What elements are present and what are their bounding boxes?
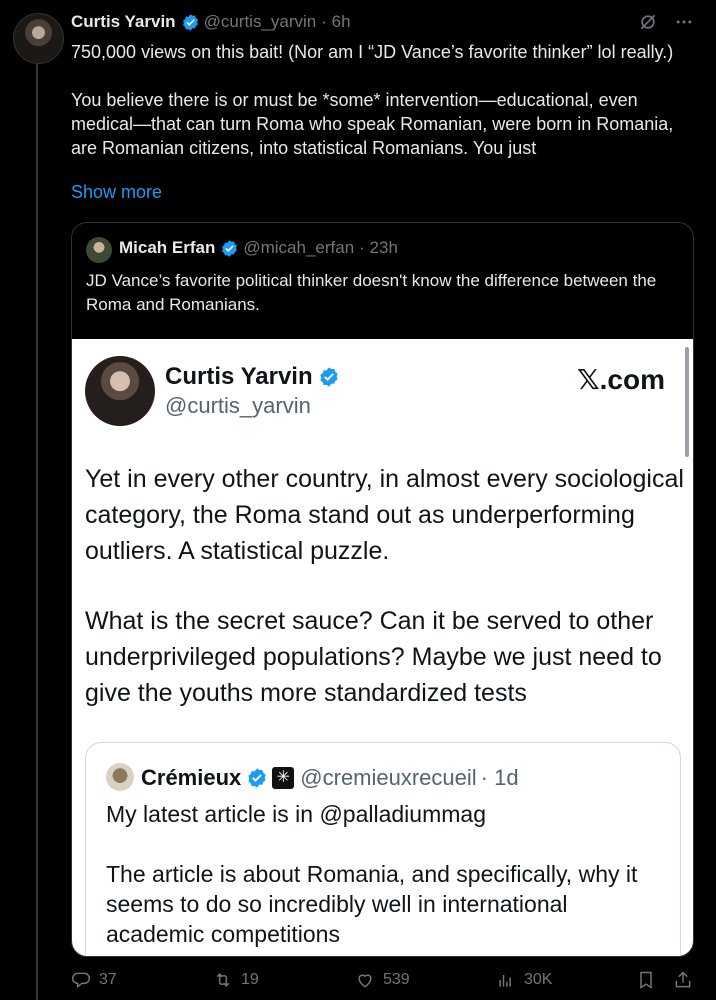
- card-paragraph: Yet in every other country, in almost ev…: [85, 465, 684, 565]
- verified-icon: [222, 239, 238, 257]
- nested-header: Crémieux ✳ @cremieuxrecueil · 1d: [141, 765, 519, 791]
- nested-paragraph: My latest article is in @palladiummag: [106, 801, 486, 827]
- affiliate-badge-icon: ✳: [272, 767, 295, 789]
- nested-author-name: Crémieux: [141, 765, 242, 790]
- bookmark-icon: [640, 971, 652, 989]
- repost-button[interactable]: 19: [213, 970, 259, 990]
- quote-author-name[interactable]: Micah Erfan: [119, 238, 215, 258]
- verified-icon: [182, 13, 198, 31]
- thread-line: [36, 64, 38, 1000]
- tweet-top-actions: [638, 12, 694, 38]
- nested-author-avatar: [106, 763, 134, 791]
- author-avatar[interactable]: [13, 13, 64, 64]
- like-icon: [358, 974, 372, 988]
- repost-count: 19: [241, 971, 259, 988]
- views-button[interactable]: 30K: [496, 970, 552, 990]
- reply-icon: [71, 972, 91, 989]
- author-handle[interactable]: @curtis_yarvin: [204, 12, 317, 32]
- quote-author-avatar[interactable]: [86, 237, 112, 263]
- reply-button[interactable]: 37: [71, 970, 117, 990]
- nested-paragraph: The article is about Romania, and specif…: [106, 861, 638, 947]
- card-author-avatar: [85, 356, 155, 426]
- more-icon[interactable]: [674, 12, 694, 38]
- quote-text: JD Vance’s favorite political thinker do…: [86, 271, 657, 314]
- show-more-link[interactable]: Show more: [71, 182, 162, 203]
- verified-icon: [320, 367, 338, 387]
- reply-count: 37: [99, 971, 117, 988]
- views-count: 30K: [524, 971, 553, 988]
- bookmark-button[interactable]: [636, 970, 656, 990]
- views-icon: [499, 975, 511, 987]
- nested-quote: Crémieux ✳ @cremieuxrecueil · 1d My late…: [85, 742, 681, 956]
- quoted-tweet[interactable]: Micah Erfan @micah_erfan · 23h JD Vance’…: [71, 222, 694, 957]
- like-button[interactable]: 539: [355, 970, 410, 990]
- tweet-body: 750,000 views on this bait! (Nor am I “J…: [71, 40, 691, 160]
- author-name[interactable]: Curtis Yarvin: [71, 12, 176, 32]
- quote-time[interactable]: · 23h: [359, 238, 398, 258]
- card-author-name: Curtis Yarvin: [165, 363, 313, 390]
- tweet-actions: 37 19 539 30K: [71, 970, 696, 994]
- card-author-handle: @curtis_yarvin: [165, 393, 311, 418]
- nested-text: My latest article is in @palladiummag Th…: [106, 799, 666, 949]
- tweet-paragraph: You believe there is or must be *some* i…: [71, 90, 674, 158]
- grok-icon[interactable]: [638, 12, 658, 38]
- verified-icon: [248, 768, 266, 788]
- nested-time: · 1d: [480, 765, 519, 790]
- share-icon: [675, 971, 691, 988]
- quote-header: Micah Erfan @micah_erfan · 23h: [119, 238, 398, 258]
- share-button[interactable]: [673, 970, 693, 990]
- screenshot-image[interactable]: Curtis Yarvin @curtis_yarvin 𝕏.com Yet i…: [72, 339, 693, 956]
- card-text: Yet in every other country, in almost ev…: [85, 461, 685, 711]
- card-author-name-row: Curtis Yarvin: [165, 363, 344, 391]
- like-count: 539: [383, 971, 410, 988]
- nested-author-handle: @cremieuxrecueil: [300, 765, 477, 790]
- card-paragraph: What is the secret sauce? Can it be serv…: [85, 607, 662, 707]
- card-scrollbar: [685, 347, 689, 457]
- tweet-paragraph: 750,000 views on this bait! (Nor am I “J…: [71, 42, 674, 62]
- quote-author-handle[interactable]: @micah_erfan: [243, 238, 354, 258]
- tweet-header: Curtis Yarvin @curtis_yarvin · 6h: [71, 12, 351, 32]
- x-logo: 𝕏.com: [577, 364, 665, 395]
- repost-icon: [216, 973, 230, 987]
- tweet-time[interactable]: · 6h: [321, 12, 350, 32]
